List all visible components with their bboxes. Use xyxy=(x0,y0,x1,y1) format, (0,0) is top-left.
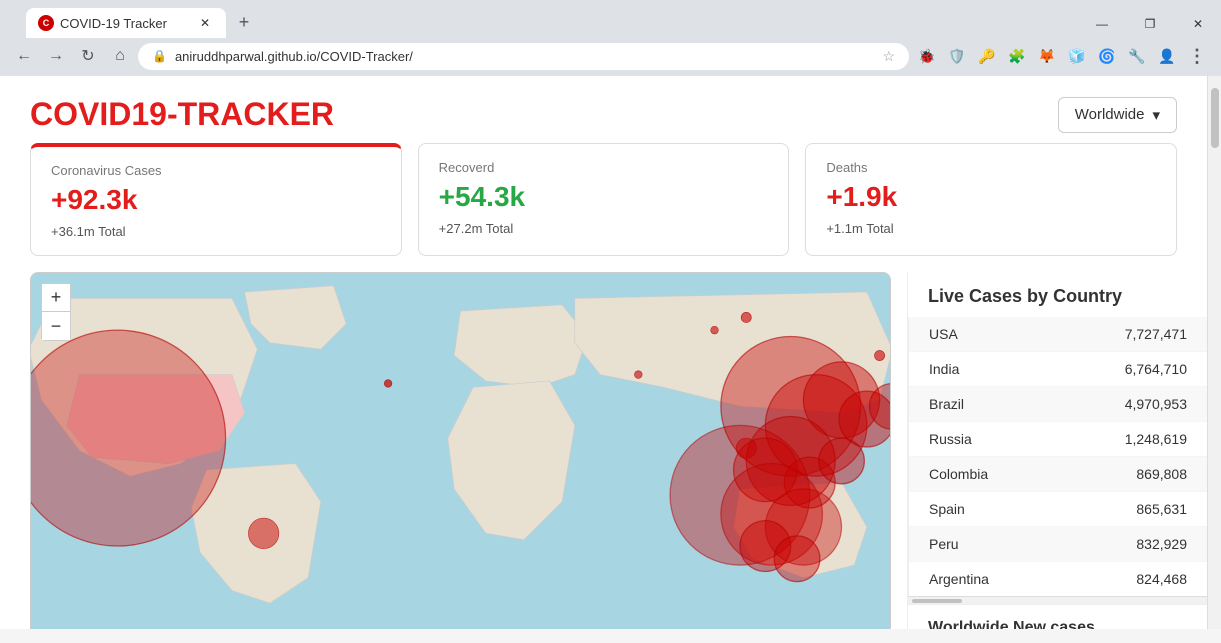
worldwide-label: Worldwide xyxy=(1075,106,1145,123)
extension-btn-1[interactable]: 🐞 xyxy=(913,42,941,70)
map-zoom-controls[interactable]: + − xyxy=(41,283,71,341)
worldwide-dropdown[interactable]: Worldwide ▾ xyxy=(1058,97,1177,133)
cases-total: +36.1m Total xyxy=(51,224,381,239)
live-cases-title: Live Cases by Country xyxy=(908,272,1207,317)
country-row[interactable]: India 6,764,710 xyxy=(909,352,1207,387)
cases-value: +92.3k xyxy=(51,184,381,216)
zoom-in-button[interactable]: + xyxy=(42,284,70,312)
zoom-out-button[interactable]: − xyxy=(42,312,70,340)
scroll-thumb-h xyxy=(912,599,962,603)
close-button[interactable]: ✕ xyxy=(1175,10,1221,38)
home-button[interactable]: ⌂ xyxy=(106,42,134,70)
tab-favicon: C xyxy=(38,15,54,31)
country-cases: 824,468 xyxy=(1136,571,1187,587)
deaths-value: +1.9k xyxy=(826,181,1156,213)
country-cases: 1,248,619 xyxy=(1125,431,1187,447)
country-name: Brazil xyxy=(929,396,964,412)
country-name: Argentina xyxy=(929,571,989,587)
vertical-scrollbar[interactable] xyxy=(1207,76,1221,629)
tab-close-button[interactable]: ✕ xyxy=(196,14,214,32)
new-tab-button[interactable]: + xyxy=(230,8,258,36)
country-name: Russia xyxy=(929,431,972,447)
url-text: aniruddhparwal.github.io/COVID-Tracker/ xyxy=(175,49,874,64)
deaths-card: Deaths +1.9k +1.1m Total xyxy=(805,143,1177,256)
horizontal-scrollbar[interactable] xyxy=(908,596,1207,604)
recovered-card: Recoverd +54.3k +27.2m Total xyxy=(418,143,790,256)
country-row[interactable]: Peru 832,929 xyxy=(909,527,1207,562)
deaths-total: +1.1m Total xyxy=(826,221,1156,236)
extension-btn-5[interactable]: 🦊 xyxy=(1033,42,1061,70)
extension-btn-3[interactable]: 🔑 xyxy=(973,42,1001,70)
side-panel: Live Cases by Country USA 7,727,471 India 6… xyxy=(907,272,1207,629)
browser-tab[interactable]: C COVID-19 Tracker ✕ xyxy=(26,8,226,38)
scroll-thumb xyxy=(1211,88,1219,148)
extension-btn-4[interactable]: 🧩 xyxy=(1003,42,1031,70)
country-row[interactable]: Argentina 824,468 xyxy=(909,562,1207,596)
main-layout: + − xyxy=(0,272,1207,629)
extension-btn-2[interactable]: 🛡️ xyxy=(943,42,971,70)
country-cases: 869,808 xyxy=(1136,466,1187,482)
minimize-button[interactable]: — xyxy=(1079,10,1125,38)
country-cases: 832,929 xyxy=(1136,536,1187,552)
tab-title: COVID-19 Tracker xyxy=(60,16,167,31)
country-name: Peru xyxy=(929,536,959,552)
country-row[interactable]: Brazil 4,970,953 xyxy=(909,387,1207,422)
dropdown-arrow-icon: ▾ xyxy=(1152,106,1160,124)
country-cases: 865,631 xyxy=(1136,501,1187,517)
stats-row: Coronavirus Cases +92.3k +36.1m Total Re… xyxy=(0,143,1207,272)
country-cases: 4,970,953 xyxy=(1125,396,1187,412)
chart-title: Worldwide New cases xyxy=(928,619,1187,629)
country-cases: 7,727,471 xyxy=(1125,326,1187,342)
cases-card: Coronavirus Cases +92.3k +36.1m Total xyxy=(30,143,402,256)
country-list[interactable]: USA 7,727,471 India 6,764,710 Brazil 4,970,95… xyxy=(908,317,1207,596)
country-name: USA xyxy=(929,326,958,342)
country-cases: 6,764,710 xyxy=(1125,361,1187,377)
country-name: India xyxy=(929,361,959,377)
extension-btn-8[interactable]: 🔧 xyxy=(1123,42,1151,70)
extension-btn-6[interactable]: 🧊 xyxy=(1063,42,1091,70)
recovered-total: +27.2m Total xyxy=(439,221,769,236)
map-area[interactable]: + − xyxy=(30,272,891,629)
country-name: Colombia xyxy=(929,466,988,482)
refresh-button[interactable]: ↻ xyxy=(74,42,102,70)
maximize-button[interactable]: ❐ xyxy=(1127,10,1173,38)
menu-button[interactable]: ⋮ xyxy=(1183,42,1211,70)
world-map: United States United Kingdom France Espa… xyxy=(31,273,890,629)
address-bar[interactable]: 🔒 aniruddhparwal.github.io/COVID-Tracker… xyxy=(138,43,909,70)
recovered-value: +54.3k xyxy=(439,181,769,213)
back-button[interactable]: ← xyxy=(10,42,38,70)
country-row[interactable]: Russia 1,248,619 xyxy=(909,422,1207,457)
recovered-label: Recoverd xyxy=(439,160,769,175)
app-header: COVID19-TRACKER Worldwide ▾ xyxy=(0,76,1207,143)
country-row[interactable]: Colombia 869,808 xyxy=(909,457,1207,492)
deaths-label: Deaths xyxy=(826,160,1156,175)
country-name: Spain xyxy=(929,501,965,517)
forward-button[interactable]: → xyxy=(42,42,70,70)
profile-btn[interactable]: 👤 xyxy=(1153,42,1181,70)
country-row[interactable]: Spain 865,631 xyxy=(909,492,1207,527)
country-row[interactable]: USA 7,727,471 xyxy=(909,317,1207,352)
extension-btn-7[interactable]: 🌀 xyxy=(1093,42,1121,70)
chart-section: Worldwide New cases 400k xyxy=(908,604,1207,629)
cases-label: Coronavirus Cases xyxy=(51,163,381,178)
app-title: COVID19-TRACKER xyxy=(30,96,334,133)
